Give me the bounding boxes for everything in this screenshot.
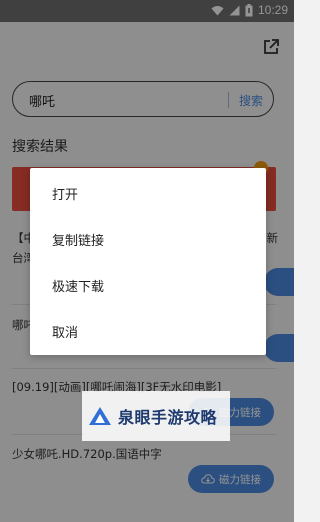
menu-item-open[interactable]: 打开 (52, 184, 78, 203)
watermark: 泉眼手游攻略 (82, 391, 230, 441)
menu-item-copy-link[interactable]: 复制链接 (52, 230, 104, 249)
menu-item-fast-download[interactable]: 极速下载 (52, 276, 104, 295)
watermark-text: 泉眼手游攻略 (118, 408, 218, 427)
context-menu: 打开 复制链接 极速下载 取消 (30, 168, 266, 355)
menu-item-cancel[interactable]: 取消 (52, 322, 78, 341)
watermark-logo-icon (89, 407, 111, 425)
